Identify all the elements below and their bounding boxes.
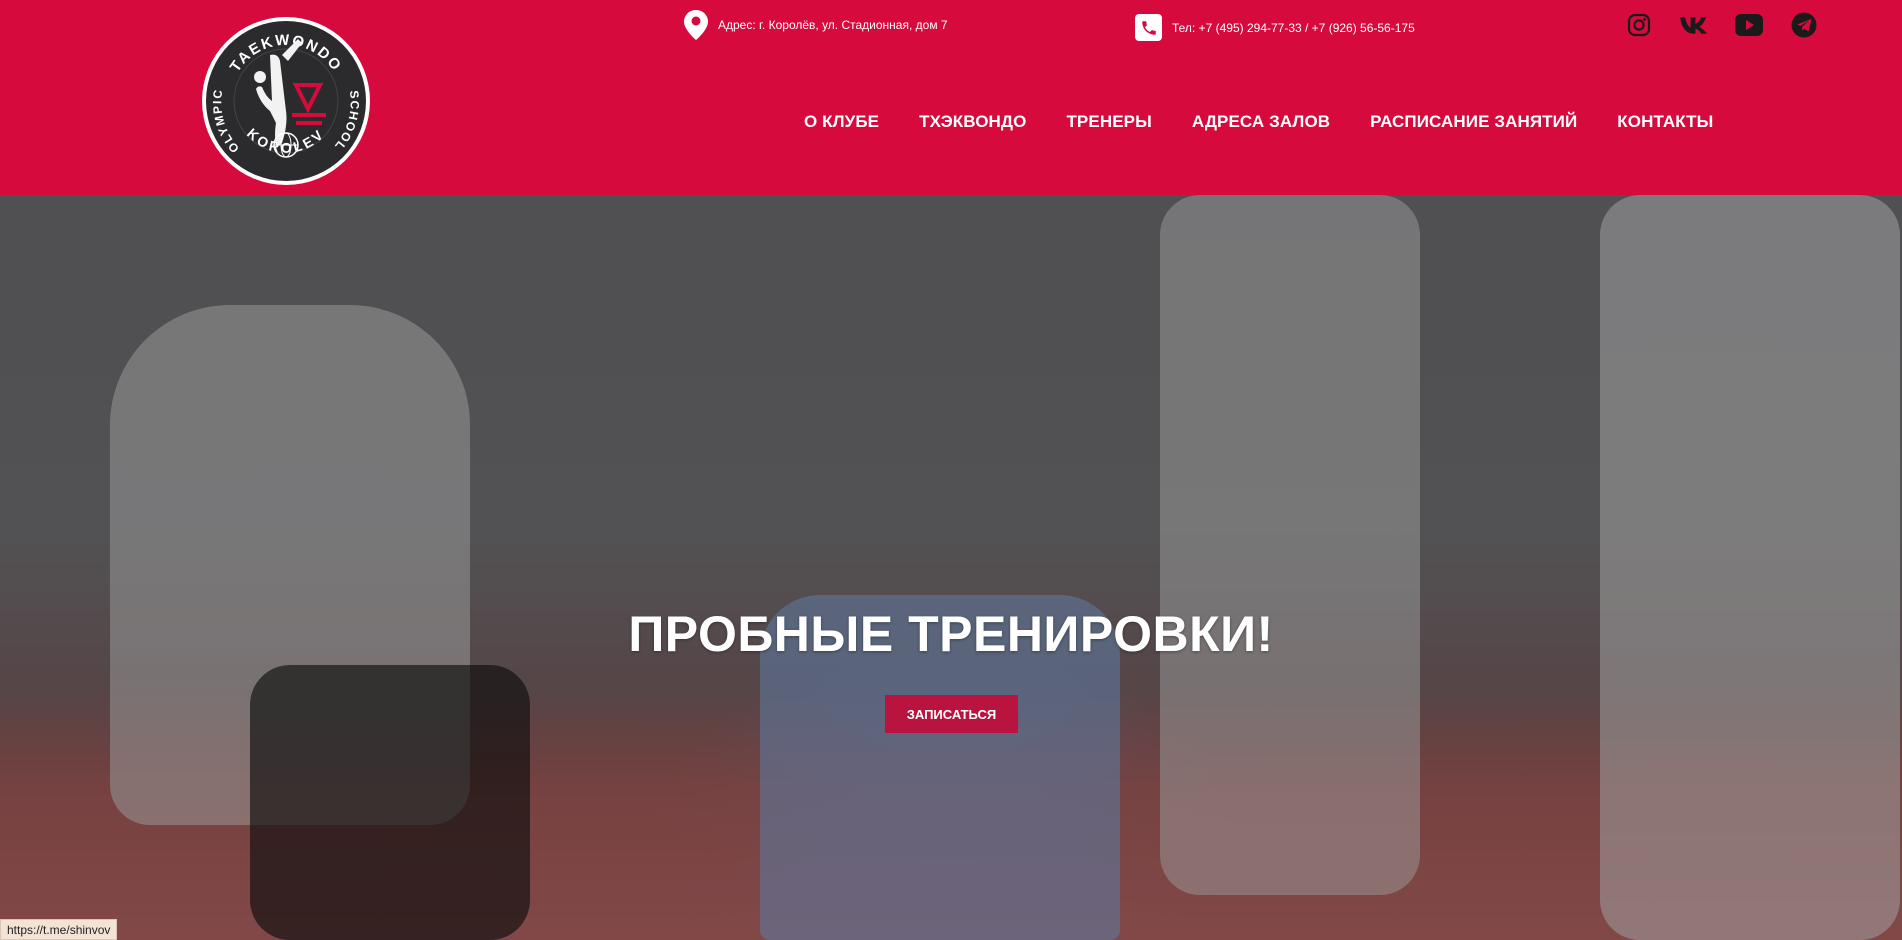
address-text: Адрес: г. Королёв, ул. Стадионная, дом 7: [718, 18, 948, 32]
nav-item-about[interactable]: О КЛУБЕ: [804, 112, 879, 132]
hero-title: ПРОБНЫЕ ТРЕНИРОВКИ!: [628, 606, 1274, 662]
site-header: TAEKWONDO OLYMPIC SCHOOL KOROLEV: [0, 0, 1902, 195]
phone-icon: [1135, 14, 1162, 41]
youtube-icon[interactable]: [1734, 10, 1763, 39]
address-info: Адрес: г. Королёв, ул. Стадионная, дом 7: [684, 10, 948, 40]
status-bar-url: https://t.me/shinvov: [0, 919, 118, 940]
nav-item-locations[interactable]: АДРЕСА ЗАЛОВ: [1192, 112, 1330, 132]
nav-item-coaches[interactable]: ТРЕНЕРЫ: [1066, 112, 1151, 132]
hero-banner: ПРОБНЫЕ ТРЕНИРОВКИ! ЗАПИСАТЬСЯ: [0, 195, 1902, 940]
signup-button[interactable]: ЗАПИСАТЬСЯ: [885, 695, 1018, 733]
logo-emblem: TAEKWONDO OLYMPIC SCHOOL KOROLEV: [202, 17, 370, 185]
phone-info: Тел: +7 (495) 294-77-33 / +7 (926) 56-56…: [1135, 14, 1415, 41]
instagram-icon[interactable]: [1624, 10, 1653, 39]
telegram-icon[interactable]: [1789, 10, 1818, 39]
phone-text[interactable]: Тел: +7 (495) 294-77-33 / +7 (926) 56-56…: [1172, 21, 1415, 35]
vk-icon[interactable]: [1679, 10, 1708, 39]
nav-item-taekwondo[interactable]: ТХЭКВОНДО: [919, 112, 1026, 132]
main-nav: О КЛУБЕ ТХЭКВОНДО ТРЕНЕРЫ АДРЕСА ЗАЛОВ Р…: [804, 112, 1713, 132]
nav-item-contacts[interactable]: КОНТАКТЫ: [1617, 112, 1713, 132]
social-links: [1624, 10, 1818, 39]
map-pin-icon: [684, 10, 708, 40]
school-logo[interactable]: TAEKWONDO OLYMPIC SCHOOL KOROLEV: [200, 15, 372, 187]
hero-overlay: [0, 195, 1902, 940]
nav-item-schedule[interactable]: РАСПИСАНИЕ ЗАНЯТИЙ: [1370, 112, 1577, 132]
